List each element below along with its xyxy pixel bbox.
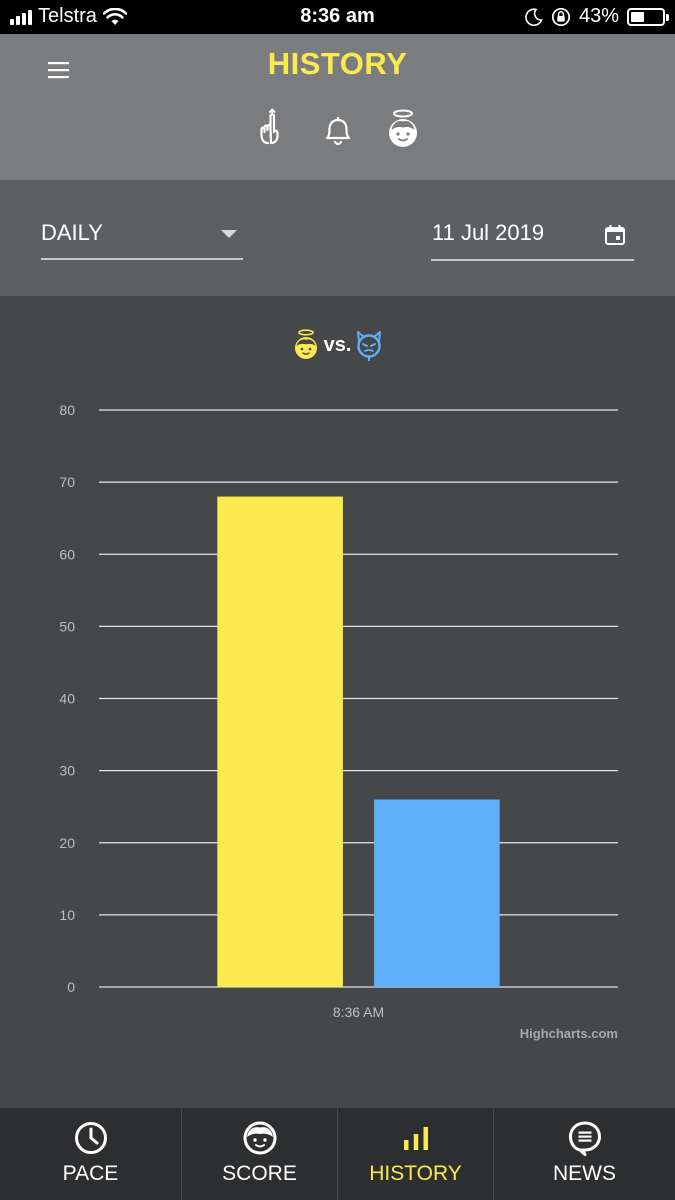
chart-area: vs. 0 10 20 30 40 50 60 70 80 8:36 AM Highcharts.c… xyxy=(0,296,675,1108)
hand-pointer-icon xyxy=(260,108,279,145)
orientation-lock-icon xyxy=(551,7,571,26)
battery-icon xyxy=(627,7,669,26)
tab-history-label: HISTORY xyxy=(369,1162,462,1185)
filter-bar: DAILY 11 Jul 2019 xyxy=(0,180,675,296)
chart-bar xyxy=(374,799,500,987)
period-select[interactable]: DAILY xyxy=(41,218,243,260)
notifications-button[interactable] xyxy=(316,108,360,152)
page-title: HISTORY xyxy=(267,46,408,81)
y-tick-label: 50 xyxy=(59,618,75,634)
battery-percent: 43% xyxy=(578,5,619,27)
bar-chart-icon xyxy=(403,1127,428,1150)
bar-chart: 0 10 20 30 40 50 60 70 80 8:36 AM Highcharts.com xyxy=(59,402,618,1041)
moon-icon xyxy=(525,7,543,26)
bell-icon xyxy=(325,117,351,146)
date-value: 11 Jul 2019 xyxy=(432,220,545,245)
tab-news[interactable]: NEWS xyxy=(494,1108,675,1200)
pace-shortcut-button[interactable] xyxy=(250,108,294,152)
x-tick-label: 8:36 AM xyxy=(333,1004,384,1020)
chart-credit: Highcharts.com xyxy=(520,1026,618,1041)
y-tick-label: 80 xyxy=(59,402,75,418)
date-picker-field[interactable]: 11 Jul 2019 xyxy=(431,218,634,261)
clock-icon xyxy=(74,1122,107,1154)
calendar-icon[interactable] xyxy=(604,224,626,246)
y-tick-label: 60 xyxy=(59,546,75,562)
header-icon-row xyxy=(0,108,675,156)
y-tick-label: 30 xyxy=(59,763,75,779)
period-value: DAILY xyxy=(41,220,103,245)
tab-pace[interactable]: PACE xyxy=(0,1108,182,1200)
battery-fill xyxy=(631,11,644,22)
tab-news-label: NEWS xyxy=(553,1162,616,1185)
chat-bubble-icon xyxy=(568,1121,601,1156)
tab-history[interactable]: HISTORY xyxy=(338,1108,494,1200)
y-tick-label: 0 xyxy=(67,979,75,995)
tab-pace-label: PACE xyxy=(62,1162,119,1185)
y-tick-label: 40 xyxy=(59,691,75,707)
tab-score[interactable]: SCORE xyxy=(182,1108,338,1200)
profile-button[interactable] xyxy=(381,108,425,152)
angel-face-icon xyxy=(389,109,417,147)
y-tick-label: 70 xyxy=(59,474,75,490)
app-header: HISTORY xyxy=(0,34,675,180)
bottom-tab-bar: PACE SCORE HISTORY NEWS xyxy=(0,1108,675,1200)
y-tick-label: 10 xyxy=(59,907,75,923)
chart-bar xyxy=(217,496,343,987)
status-bar: Telstra 8:36 am 43% xyxy=(0,0,675,34)
face-icon xyxy=(243,1121,276,1155)
y-tick-label: 20 xyxy=(59,835,75,851)
dropdown-caret-icon xyxy=(221,230,237,238)
tab-score-label: SCORE xyxy=(222,1162,297,1185)
status-right: 43% xyxy=(525,5,669,28)
